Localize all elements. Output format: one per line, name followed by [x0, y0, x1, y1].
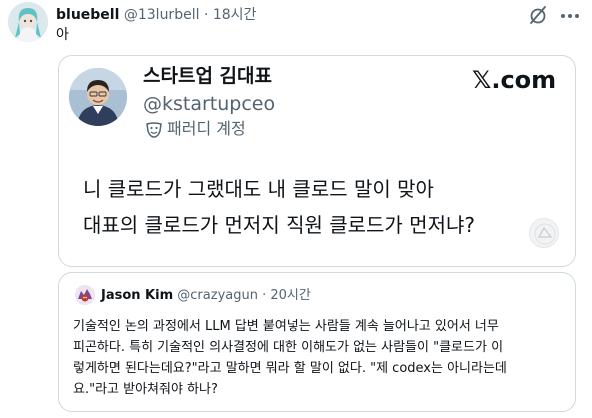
- card-text-line-1: 니 클로드가 그랬대도 내 클로드 말이 맞아: [83, 177, 434, 201]
- card-text-line-2: 대표의 클로드가 먼저지 직원 클로드가 먼저냐?: [83, 213, 476, 237]
- quote-header-separator: ·: [262, 288, 267, 303]
- quote-text-line: 피곤하다. 특히 기술적인 의사결정에 대한 이해도가 없는 사람들이 "클로드…: [73, 340, 504, 355]
- more-dots-icon[interactable]: [557, 4, 583, 26]
- tweet-header: bluebell @13lurbell · 18시간: [56, 6, 256, 24]
- quote-author-name[interactable]: Jason Kim: [101, 288, 173, 303]
- quote-author-handle[interactable]: @crazyagun: [177, 288, 258, 303]
- author-handle[interactable]: @13lurbell: [124, 7, 200, 23]
- author-avatar[interactable]: [8, 2, 48, 42]
- quote-author-avatar[interactable]: [75, 285, 95, 305]
- quote-text-line: 렇게하면 된다는데요?"라고 말하면 뭐라 할 말이 없다. "제 codex는…: [73, 361, 507, 376]
- embedded-post-image[interactable]: 스타트업 김대표 @kstartupceo 패러디 계정 𝕏.com 니 클로드…: [58, 55, 576, 267]
- watermark-badge: [529, 218, 559, 248]
- tweet-timestamp[interactable]: 18시간: [213, 7, 257, 23]
- quote-header: Jason Kim @crazyagun · 20시간: [101, 287, 311, 305]
- card-author-avatar: [69, 68, 127, 126]
- parody-mask-icon: [145, 122, 163, 138]
- header-separator: ·: [203, 7, 209, 23]
- author-name[interactable]: bluebell: [56, 7, 119, 23]
- quoted-post[interactable]: Jason Kim @crazyagun · 20시간 기술적인 논의 과정에서…: [58, 272, 576, 412]
- grok-slash-icon[interactable]: [527, 4, 549, 26]
- quote-timestamp[interactable]: 20시간: [270, 288, 310, 303]
- quote-text-line: 요."라고 받아쳐줘야 하나?: [73, 382, 218, 397]
- quote-text: 기술적인 논의 과정에서 LLM 답변 붙여넣는 사람들 계속 늘어나고 있어서…: [73, 316, 569, 400]
- card-author-name: 스타트업 김대표: [143, 65, 272, 87]
- card-author-handle: @kstartupceo: [143, 93, 276, 115]
- quote-text-line: 기술적인 논의 과정에서 LLM 답변 붙여넣는 사람들 계속 늘어나고 있어서…: [73, 319, 499, 334]
- x-com-logo: 𝕏.com: [472, 66, 557, 94]
- tweet-text: 아: [56, 27, 69, 43]
- parody-account-label: 패러디 계정: [167, 119, 246, 138]
